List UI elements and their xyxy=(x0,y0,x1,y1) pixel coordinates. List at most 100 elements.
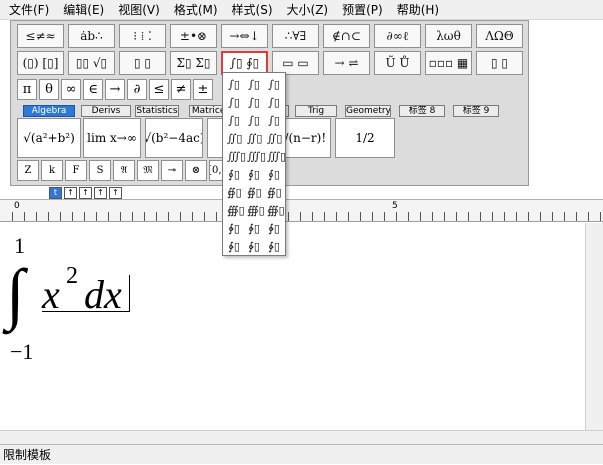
integral-template-option[interactable]: ∭▯ xyxy=(247,149,266,165)
template-palette-button[interactable]: ▯▯ √▯ xyxy=(68,51,115,75)
integral-template-option[interactable]: ∬▯ xyxy=(247,131,262,147)
symbol-palette-button[interactable]: ΛΩΘ xyxy=(476,24,523,48)
small-symbol-button[interactable]: 𝔐 xyxy=(137,160,159,181)
integral-template-option[interactable]: ∰▯ xyxy=(247,203,265,219)
integral-template-option[interactable]: ∳▯ xyxy=(227,239,241,255)
integral-template-option[interactable]: ∫▯ xyxy=(227,113,241,129)
symbol-palette-button[interactable]: ∂∞ℓ xyxy=(374,24,421,48)
small-symbol-button[interactable]: k xyxy=(41,160,63,181)
integral-template-option[interactable]: ∫▯ xyxy=(227,95,241,111)
symbol-palette-button[interactable]: ⁝ ⁞ ⁚ xyxy=(119,24,166,48)
template-palette-button[interactable]: ▯ ▯ xyxy=(119,51,166,75)
integral-template-option[interactable]: ∭▯ xyxy=(227,149,246,165)
symbol-button[interactable]: ± xyxy=(193,79,213,100)
ruler-number: 0 xyxy=(14,201,20,211)
size-button[interactable]: ↑ xyxy=(109,187,122,199)
slot-underline xyxy=(42,311,130,312)
tab-item[interactable]: 标签 9 xyxy=(453,105,499,117)
size-button[interactable]: ↑ xyxy=(64,187,77,199)
symbol-palette-button[interactable]: →⇔↓ xyxy=(221,24,268,48)
integral-template-option[interactable]: ∯▯ xyxy=(227,185,242,201)
small-symbol-button[interactable]: ⊸ xyxy=(161,160,183,181)
small-symbol-button[interactable]: F xyxy=(65,160,87,181)
small-symbol-button[interactable]: Z xyxy=(17,160,39,181)
symbol-palette-button[interactable]: ±•⊗ xyxy=(170,24,217,48)
template-button[interactable]: lim x→∞ xyxy=(83,118,141,158)
integral-template-option[interactable]: ∫▯ xyxy=(247,113,261,129)
menu-item[interactable]: 编辑(E) xyxy=(56,0,111,20)
tab-item[interactable]: Derivs xyxy=(81,105,131,117)
symbol-palette-button[interactable]: ∴∀∃ xyxy=(272,24,319,48)
menu-item[interactable]: 大小(Z) xyxy=(280,0,336,20)
integral-template-option[interactable]: ∮▯ xyxy=(247,167,261,183)
integral-template-option[interactable]: ∲▯ xyxy=(227,221,241,237)
menu-item[interactable]: 视图(V) xyxy=(111,0,167,20)
small-symbol-button[interactable]: 𝔄 xyxy=(113,160,135,181)
integral-template-option[interactable]: ∯▯ xyxy=(247,185,262,201)
menu-bar: 文件(F) 编辑(E) 视图(V) 格式(M) 样式(S) 大小(Z) 预置(P) 帮助(H) xyxy=(0,0,603,20)
equation-editor-area[interactable]: 1 ∫ x 2 dx −1 xyxy=(0,223,585,442)
horizontal-scrollbar[interactable] xyxy=(0,430,603,444)
symbol-button[interactable]: ∂ xyxy=(127,79,147,100)
small-symbol-button[interactable]: S xyxy=(89,160,111,181)
integral-template-option[interactable]: ∫▯ xyxy=(267,113,281,129)
tab-item[interactable]: Trig xyxy=(295,105,337,117)
symbol-button[interactable]: θ xyxy=(39,79,59,100)
menu-item[interactable]: 格式(M) xyxy=(167,0,225,20)
integral-template-option[interactable]: ∳▯ xyxy=(247,239,261,255)
menu-item[interactable]: 帮助(H) xyxy=(390,0,446,20)
integral-template-option[interactable]: ∭▯ xyxy=(267,149,286,165)
vertical-scrollbar[interactable] xyxy=(585,223,603,442)
template-palette-button[interactable]: ▫▫▫ ▦ xyxy=(425,51,472,75)
integral-template-option[interactable]: ∬▯ xyxy=(267,131,282,147)
symbol-button[interactable]: → xyxy=(105,79,125,100)
integral-template-option[interactable]: ∰▯ xyxy=(267,203,285,219)
symbol-palette-button[interactable]: λωθ xyxy=(425,24,472,48)
symbol-button[interactable]: ≠ xyxy=(171,79,191,100)
text-cursor xyxy=(129,275,130,311)
symbol-button[interactable]: ≤ xyxy=(149,79,169,100)
menu-item[interactable]: 样式(S) xyxy=(225,0,280,20)
integral-template-option[interactable]: ∳▯ xyxy=(267,239,281,255)
template-palette-button[interactable]: → ⇌ xyxy=(323,51,370,75)
template-palette-button[interactable]: (▯) [▯] xyxy=(17,51,64,75)
template-palette-button[interactable]: ▯ ▯ xyxy=(476,51,523,75)
tab-item[interactable]: 标签 8 xyxy=(399,105,445,117)
integral-template-option[interactable]: ∮▯ xyxy=(267,167,281,183)
symbol-button[interactable]: ∈ xyxy=(83,79,103,100)
integral-template-option[interactable]: ∫▯ xyxy=(267,77,281,93)
integral-template-option[interactable]: ∫▯ xyxy=(227,77,241,93)
symbol-button[interactable]: π xyxy=(17,79,37,100)
small-symbol-button[interactable]: ⊗ xyxy=(185,160,207,181)
exponent[interactable]: 2 xyxy=(66,263,78,290)
ruler: 0 5 xyxy=(0,200,603,222)
template-button[interactable]: √(b²−4ac) xyxy=(145,118,203,158)
menu-item[interactable]: 文件(F) xyxy=(2,0,56,20)
symbol-palette-button[interactable]: ȧb∴ xyxy=(68,24,115,48)
tab-item[interactable]: Algebra xyxy=(23,105,75,117)
integral-template-option[interactable]: ∯▯ xyxy=(267,185,282,201)
symbol-palette-button[interactable]: ∉∩⊂ xyxy=(323,24,370,48)
tab-item[interactable]: Statistics xyxy=(135,105,179,117)
size-button[interactable]: ↑ xyxy=(79,187,92,199)
template-button[interactable]: 1/2 xyxy=(335,118,395,158)
size-button[interactable]: ↑ xyxy=(94,187,107,199)
integral-template-option[interactable]: ∫▯ xyxy=(247,95,261,111)
integral-template-option[interactable]: ∬▯ xyxy=(227,131,242,147)
integral-template-option[interactable]: ∫▯ xyxy=(267,95,281,111)
integral-template-option[interactable]: ∫▯ xyxy=(247,77,261,93)
integral-template-option[interactable]: ∮▯ xyxy=(227,167,241,183)
template-palette-button[interactable]: Σ▯ Σ▯ xyxy=(170,51,217,75)
template-button[interactable]: √(a²+b²) xyxy=(17,118,81,158)
symbol-button[interactable]: ∞ xyxy=(61,79,81,100)
template-palette-button[interactable]: Ũ Ů xyxy=(374,51,421,75)
symbol-palette-button[interactable]: ≤≠≈ xyxy=(17,24,64,48)
integral-template-option[interactable]: ∰▯ xyxy=(227,203,245,219)
lower-limit[interactable]: −1 xyxy=(10,339,33,365)
integral-template-option[interactable]: ∲▯ xyxy=(247,221,261,237)
integral-sign: ∫ xyxy=(6,255,25,331)
tab-item[interactable]: Geometry xyxy=(345,105,391,117)
integral-template-option[interactable]: ∲▯ xyxy=(267,221,281,237)
size-button[interactable]: t xyxy=(49,187,62,199)
menu-item[interactable]: 预置(P) xyxy=(335,0,390,20)
